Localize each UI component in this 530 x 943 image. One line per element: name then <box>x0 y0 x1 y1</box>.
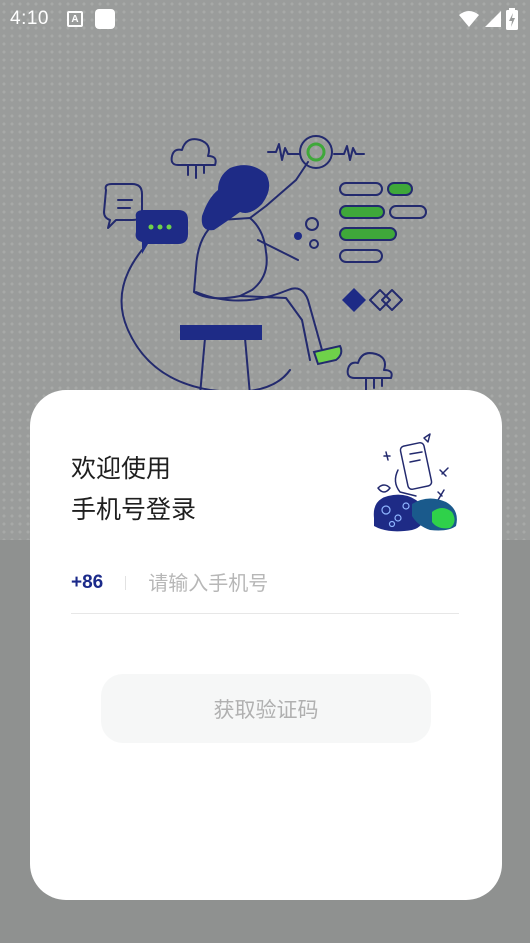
login-card: 欢迎使用 手机号登录 +86 获取验证码 <box>30 390 502 900</box>
status-icons <box>458 8 518 30</box>
wifi-icon <box>459 11 479 27</box>
header-illustration <box>103 135 427 396</box>
welcome-line-2: 手机号登录 <box>71 495 197 524</box>
get-verification-code-button[interactable]: 获取验证码 <box>101 674 431 743</box>
notification-square-icon <box>94 9 115 29</box>
field-divider <box>125 575 127 590</box>
status-bar: 4:10 A <box>0 0 530 38</box>
battery-charging-icon <box>506 8 518 30</box>
signal-icon <box>485 11 501 27</box>
status-time: 4:10 <box>10 8 49 29</box>
welcome-line-1: 欢迎使用 <box>71 454 172 483</box>
notification-a-icon: A <box>66 11 83 27</box>
country-code-selector[interactable]: +86 <box>71 572 103 594</box>
phone-number-input[interactable] <box>148 570 409 595</box>
phone-number-row: +86 <box>71 558 459 614</box>
phone-payment-illustration <box>373 433 457 532</box>
page-title: 欢迎使用 手机号登录 <box>71 448 196 530</box>
